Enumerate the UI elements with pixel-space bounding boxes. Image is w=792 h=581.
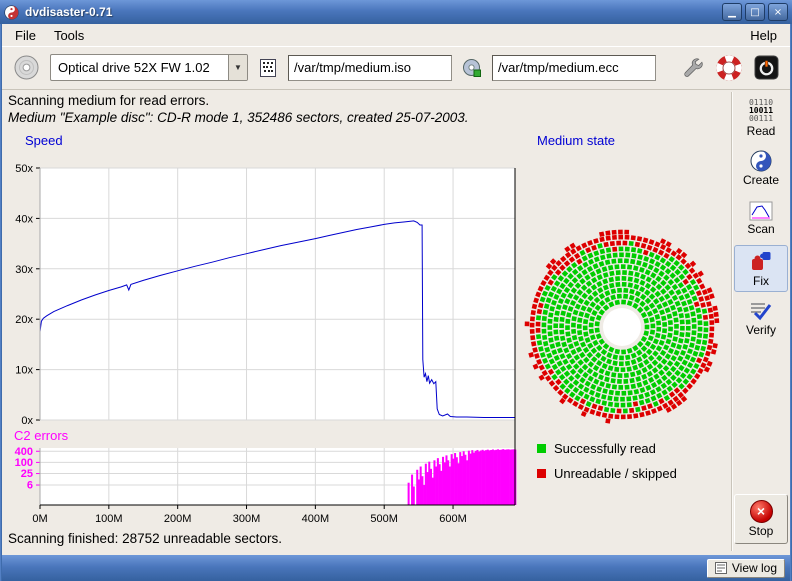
svg-text:25: 25 [21,468,33,480]
scan-button[interactable]: Scan [734,195,788,242]
stop-x-icon: × [750,500,773,523]
verify-label: Verify [746,323,776,337]
puzzle-icon [749,249,773,273]
scan-chart-icon [749,201,773,221]
quit-button[interactable] [751,52,782,83]
bottom-frame: View log [0,555,792,581]
stop-button[interactable]: × Stop [734,494,788,544]
svg-text:0M: 0M [32,513,47,525]
svg-text:200M: 200M [164,513,192,525]
menu-help[interactable]: Help [741,26,786,45]
menubar: File Tools Help [0,24,792,46]
svg-text:100M: 100M [95,513,123,525]
minimize-icon[interactable]: ▁ [722,3,742,21]
svg-text:10x: 10x [15,365,33,377]
power-icon [754,55,779,80]
toolbar-right-group [676,52,782,84]
svg-text:400: 400 [15,446,33,458]
titlebar[interactable]: dvdisaster-0.71 ▁ □ × [0,0,792,24]
drive-select-value: Optical drive 52X FW 1.02 [51,60,228,75]
svg-text:600M: 600M [439,513,467,525]
menu-tools[interactable]: Tools [45,26,93,45]
action-sidebar: 01110 10011 00111 Read Create [732,95,790,345]
window-title: dvdisaster-0.71 [25,5,719,19]
scan-label: Scan [747,222,774,236]
app-window: dvdisaster-0.71 ▁ □ × File Tools Help Op… [0,0,792,581]
yin-yang-icon [750,150,772,172]
legend-swatch-unreadable [537,469,546,478]
iso-path-input[interactable] [288,55,452,81]
svg-text:400M: 400M [302,513,330,525]
view-log-button[interactable]: View log [707,559,785,578]
preferences-button[interactable] [676,52,707,83]
svg-text:20x: 20x [15,314,33,326]
drive-button[interactable] [10,51,43,84]
svg-text:40x: 40x [15,213,33,225]
svg-text:50x: 50x [15,163,33,175]
read-label: Read [747,124,776,138]
log-list-icon [715,562,727,574]
cd-drive-icon [13,54,40,81]
window-frame-left [0,24,2,581]
svg-text:500M: 500M [370,513,398,525]
chevron-down-icon: ▼ [228,55,247,80]
binary-read-icon: 01110 10011 00111 [749,99,773,123]
read-button[interactable]: 01110 10011 00111 Read [734,95,788,142]
create-label: Create [743,173,779,187]
ecc-path-input[interactable] [492,55,656,81]
drive-select[interactable]: Optical drive 52X FW 1.02 ▼ [50,54,248,81]
app-icon [4,5,19,20]
view-log-label: View log [732,561,777,575]
lifebuoy-icon [716,55,742,81]
help-button[interactable] [713,52,745,84]
svg-text:100: 100 [15,457,33,469]
verify-button[interactable]: Verify [734,295,788,342]
legend-swatch-read [537,444,546,453]
c2-errors-title: C2 errors [14,428,68,443]
maximize-icon[interactable]: □ [745,3,765,21]
close-icon[interactable]: × [768,3,788,21]
legend-item-unreadable: Unreadable / skipped [537,466,677,481]
svg-text:300M: 300M [233,513,261,525]
stop-label: Stop [749,524,774,538]
svg-text:0x: 0x [21,415,33,427]
legend-label-read: Successfully read [554,441,656,456]
verify-check-icon [749,300,773,322]
legend-label-unreadable: Unreadable / skipped [554,466,677,481]
image-file-icon [258,58,278,78]
medium-info-line: Medium "Example disc": CD-R mode 1, 3524… [8,110,469,125]
iso-file-button[interactable] [255,55,281,81]
footer-status: Scanning finished: 28752 unreadable sect… [8,531,282,546]
fix-button[interactable]: Fix [734,245,788,292]
create-button[interactable]: Create [734,145,788,192]
wrench-icon [679,55,704,80]
ecc-file-button[interactable] [459,55,485,81]
fix-label: Fix [753,274,769,288]
menu-file[interactable]: File [6,26,45,45]
toolbar: Optical drive 52X FW 1.02 ▼ [0,46,792,90]
svg-text:30x: 30x [15,264,33,276]
medium-state-title: Medium state [537,133,615,148]
scan-status-line: Scanning medium for read errors. [8,93,209,108]
ecc-disc-icon [462,58,482,78]
svg-text:6: 6 [27,480,33,492]
speed-chart-title: Speed [25,133,63,148]
legend-item-read: Successfully read [537,441,656,456]
